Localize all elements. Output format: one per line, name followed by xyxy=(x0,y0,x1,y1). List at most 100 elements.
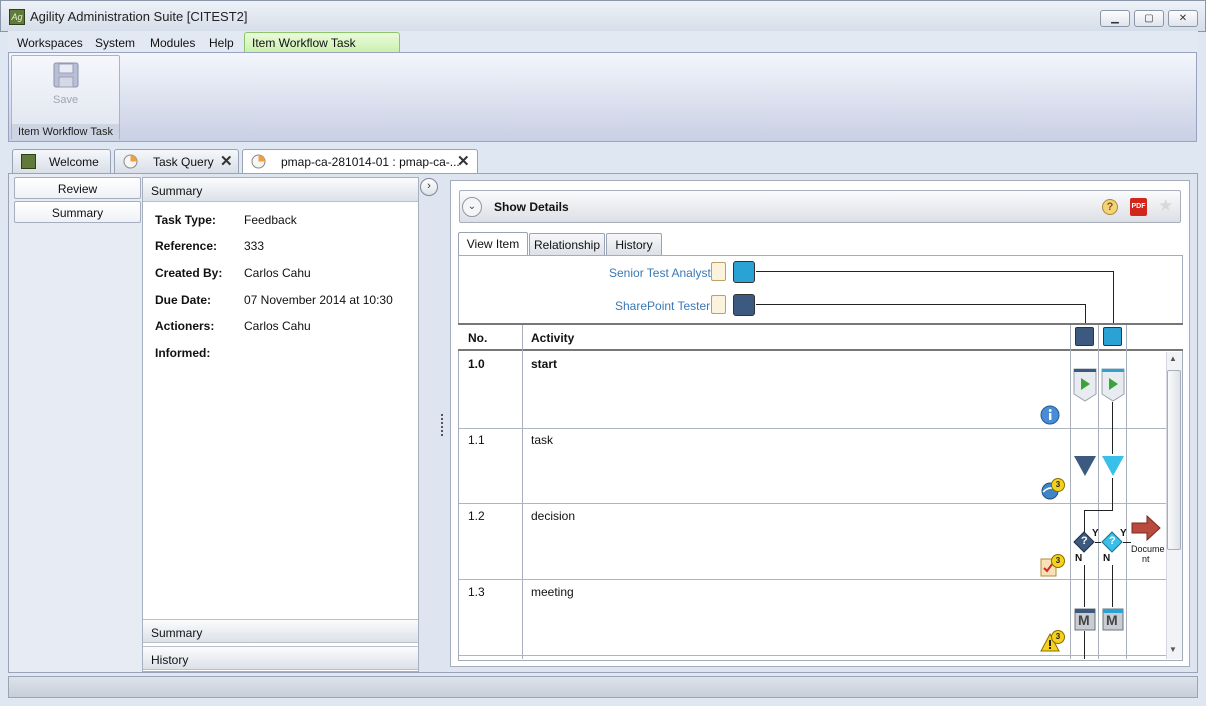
field-label: Informed: xyxy=(155,346,211,360)
tab-item-workflow-task-designer[interactable]: Item Workflow Task Designer xyxy=(244,32,400,64)
meeting-letter: M xyxy=(1106,612,1118,628)
flow-line xyxy=(1112,402,1113,454)
document-label: Docume xyxy=(1131,544,1165,554)
row-number: 1.3 xyxy=(468,585,485,599)
flow-line xyxy=(1084,565,1085,607)
flow-line xyxy=(1084,631,1085,659)
connector-line xyxy=(1113,271,1114,323)
column-separator xyxy=(1098,325,1099,659)
flow-line xyxy=(1112,478,1113,510)
scroll-down-icon[interactable]: ▼ xyxy=(1169,645,1177,654)
pie-chart-icon xyxy=(123,154,138,169)
tab-welcome-label: Welcome xyxy=(49,155,99,169)
tab-welcome[interactable]: Welcome xyxy=(12,149,111,173)
flow-line xyxy=(1095,542,1101,543)
role-lock-icon xyxy=(711,262,726,281)
scroll-up-icon[interactable]: ▲ xyxy=(1169,354,1177,363)
window-title: Agility Administration Suite [CITEST2] xyxy=(30,9,248,24)
info-icon[interactable] xyxy=(1040,405,1060,425)
close-icon[interactable]: ✕ xyxy=(457,152,470,170)
column-separator xyxy=(1070,325,1071,659)
row-separator xyxy=(459,579,1166,580)
pdf-icon[interactable]: PDF xyxy=(1130,198,1147,216)
menu-system[interactable]: System xyxy=(95,36,135,50)
connector-line xyxy=(756,304,1086,305)
column-separator xyxy=(1126,325,1127,659)
summary-section-header[interactable]: Summary xyxy=(143,619,418,643)
flow-line xyxy=(1112,565,1113,607)
menu-help[interactable]: Help xyxy=(209,36,234,50)
menu-workspaces[interactable]: Workspaces xyxy=(17,36,83,50)
tab-relationship[interactable]: Relationship xyxy=(529,233,605,255)
count-badge: 3 xyxy=(1051,478,1065,492)
tab-pmap-item[interactable]: pmap-ca-281014-01 : pmap-ca-... ✕ xyxy=(242,149,478,174)
row-activity[interactable]: task xyxy=(531,433,553,447)
scroll-thumb[interactable] xyxy=(1167,370,1181,550)
yes-label: Y xyxy=(1092,528,1099,539)
agility-icon xyxy=(21,154,36,169)
help-icon[interactable]: ? xyxy=(1102,199,1118,215)
row-activity[interactable]: start xyxy=(531,357,557,371)
start-node-icon[interactable] xyxy=(1101,368,1125,402)
yes-label: Y xyxy=(1120,528,1127,539)
close-icon[interactable]: ✕ xyxy=(220,152,233,170)
tab-view-item[interactable]: View Item xyxy=(458,232,528,256)
tab-task-query[interactable]: Task Query ✕ xyxy=(114,149,239,173)
ribbon xyxy=(8,52,1197,142)
role-column-sharepoint xyxy=(1075,327,1094,346)
role-column-senior xyxy=(1103,327,1122,346)
role-lock-icon xyxy=(711,295,726,314)
count-badge: 3 xyxy=(1051,630,1065,644)
document-label: nt xyxy=(1142,554,1150,564)
row-separator xyxy=(459,503,1166,504)
left-nav xyxy=(9,174,142,672)
column-separator xyxy=(522,325,523,659)
field-label: Created By: xyxy=(155,266,223,280)
pie-chart-icon xyxy=(251,154,266,169)
start-node-icon[interactable] xyxy=(1073,368,1097,402)
flow-line xyxy=(1123,542,1131,543)
field-value: Carlos Cahu xyxy=(244,266,311,280)
field-value: 333 xyxy=(244,239,265,253)
field-value: Feedback xyxy=(244,213,297,227)
role-senior-test-analyst[interactable]: Senior Test Analyst xyxy=(609,266,711,280)
field-value: 07 November 2014 at 10:30 xyxy=(244,293,393,307)
row-separator xyxy=(459,655,1166,656)
menu-modules[interactable]: Modules xyxy=(150,36,195,50)
collapse-panel-button[interactable]: › xyxy=(420,178,438,196)
count-badge: 3 xyxy=(1051,554,1065,568)
nav-summary-button[interactable]: Summary xyxy=(14,201,141,223)
flow-line xyxy=(1084,510,1113,511)
expand-icon[interactable]: ⌄ xyxy=(462,197,482,217)
close-window-button[interactable]: ✕ xyxy=(1168,10,1198,27)
no-label: N xyxy=(1075,553,1083,564)
role-color-box xyxy=(733,261,755,283)
document-arrow-icon[interactable] xyxy=(1131,515,1161,541)
tab-task-query-label: Task Query xyxy=(153,155,214,169)
task-node-icon[interactable] xyxy=(1101,454,1125,478)
star-icon[interactable]: ★ xyxy=(1158,196,1173,216)
summary-panel-header[interactable]: Summary xyxy=(143,178,418,202)
tab-pmap-item-label: pmap-ca-281014-01 : pmap-ca-... xyxy=(281,155,460,169)
row-number: 1.1 xyxy=(468,433,485,447)
row-activity[interactable]: decision xyxy=(531,509,575,523)
maximize-button[interactable]: ▢ xyxy=(1134,10,1164,27)
meeting-letter: M xyxy=(1078,612,1090,628)
column-header-activity: Activity xyxy=(531,331,575,345)
history-section-header[interactable]: History xyxy=(143,646,418,670)
minimize-button[interactable]: ▁ xyxy=(1100,10,1130,27)
tab-history[interactable]: History xyxy=(606,233,662,255)
column-header-no: No. xyxy=(468,331,488,345)
splitter-handle[interactable] xyxy=(441,414,444,436)
nav-review-button[interactable]: Review xyxy=(14,177,141,199)
row-number: 1.0 xyxy=(468,357,485,371)
status-bar xyxy=(8,676,1198,698)
ribbon-group-label: Item Workflow Task xyxy=(12,124,119,140)
field-label: Due Date: xyxy=(155,293,212,307)
save-icon xyxy=(53,62,79,88)
row-activity[interactable]: meeting xyxy=(531,585,574,599)
app-logo-icon: Ag xyxy=(9,9,25,25)
task-node-icon[interactable] xyxy=(1073,454,1097,478)
show-details-label: Show Details xyxy=(494,200,569,214)
role-sharepoint-tester[interactable]: SharePoint Tester xyxy=(615,299,710,313)
